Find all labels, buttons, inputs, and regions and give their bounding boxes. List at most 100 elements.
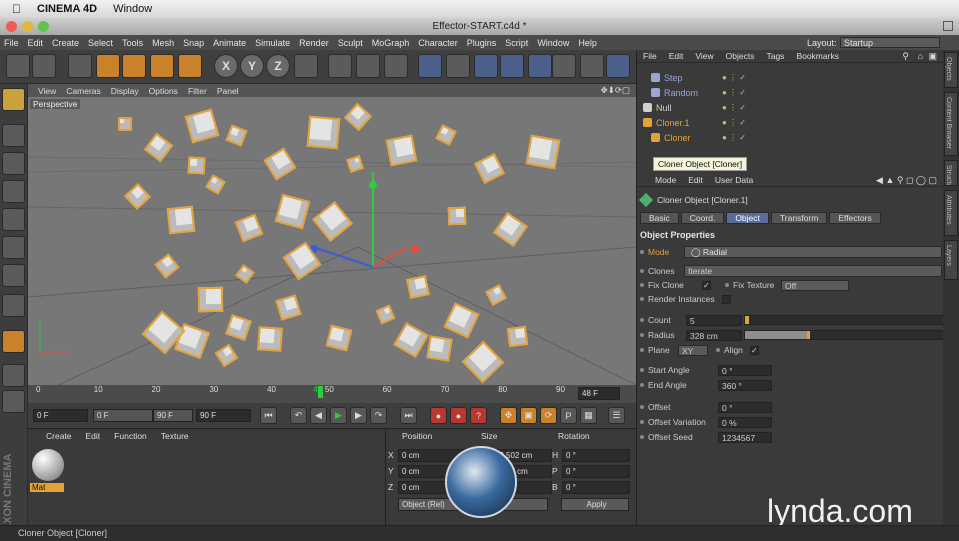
axis-mode-icon[interactable]: [2, 294, 25, 317]
render-settings-icon[interactable]: [384, 54, 408, 78]
render-instances-checkbox[interactable]: [722, 294, 731, 304]
subdivision-icon[interactable]: [474, 54, 498, 78]
object-row[interactable]: Random ● ⋮ ✓: [637, 85, 937, 100]
om-home-icon[interactable]: ⌂: [918, 51, 923, 61]
coord-rotation-field[interactable]: 0 °: [562, 481, 630, 494]
menu-edit[interactable]: Edit: [28, 38, 44, 48]
visibility-toggle-icon[interactable]: ● ⋮ ✓: [722, 73, 746, 82]
viewport-menu-options[interactable]: Options: [149, 86, 178, 96]
offset-variation-field[interactable]: 0 %: [718, 416, 772, 428]
lock-workplane-icon[interactable]: [2, 364, 25, 387]
deformer-icon[interactable]: [528, 54, 552, 78]
am-menu-mode[interactable]: Mode: [655, 175, 676, 185]
camera-icon[interactable]: [580, 54, 604, 78]
move-icon[interactable]: [96, 54, 120, 78]
object-name[interactable]: Step: [664, 73, 712, 83]
viewport-nav-icons[interactable]: ✥⬇⟳▢: [601, 85, 630, 96]
polygons-mode-icon[interactable]: [2, 264, 25, 287]
texture-mode-icon[interactable]: [2, 152, 25, 175]
om-menu-file[interactable]: File: [643, 51, 657, 61]
fix-texture-select[interactable]: Off: [781, 279, 849, 291]
play-icon[interactable]: ▶: [330, 407, 347, 424]
pen-spline-icon[interactable]: [446, 54, 470, 78]
position-key-icon[interactable]: ✥: [500, 407, 517, 424]
range-start-field[interactable]: 0 F: [93, 409, 153, 422]
pla-key-icon[interactable]: ▦: [580, 407, 597, 424]
radius-field[interactable]: 328 cm: [686, 329, 742, 341]
tab-effectors[interactable]: Effectors: [829, 212, 881, 224]
record-keys-icon[interactable]: ●: [430, 407, 447, 424]
am-menu-edit[interactable]: Edit: [688, 175, 703, 185]
tab-coord[interactable]: Coord.: [680, 212, 725, 224]
align-checkbox[interactable]: ✓: [750, 345, 759, 355]
coordinate-system-icon[interactable]: [294, 54, 318, 78]
menu-sculpt[interactable]: Sculpt: [338, 38, 363, 48]
om-new-icon[interactable]: ▣: [928, 51, 937, 62]
goto-start-icon[interactable]: ⏮: [260, 407, 277, 424]
visibility-toggle-icon[interactable]: ● ⋮ ✓: [722, 118, 746, 127]
visibility-toggle-icon[interactable]: ● ⋮ ✓: [722, 103, 746, 112]
offset-field[interactable]: 0 °: [718, 401, 772, 413]
tab-object[interactable]: Object: [726, 212, 769, 224]
side-tab-content-browser[interactable]: Content Browser: [944, 92, 958, 156]
model-mode-icon[interactable]: [2, 124, 25, 147]
next-key-icon[interactable]: ↷: [370, 407, 387, 424]
app-menu[interactable]: CINEMA 4D: [37, 3, 97, 15]
menu-window[interactable]: Window: [537, 38, 569, 48]
offset-seed-field[interactable]: 1234567: [718, 431, 772, 443]
magnet-icon[interactable]: [2, 330, 25, 353]
menu-select[interactable]: Select: [88, 38, 113, 48]
side-tab-objects[interactable]: Objects: [944, 52, 958, 88]
plane-select[interactable]: XY: [678, 344, 708, 356]
viewport-menu-cameras[interactable]: Cameras: [66, 86, 100, 96]
menu-file[interactable]: File: [4, 38, 19, 48]
om-menu-bookmarks[interactable]: Bookmarks: [796, 51, 839, 61]
material-menu-texture[interactable]: Texture: [161, 431, 189, 441]
menu-plugins[interactable]: Plugins: [467, 38, 497, 48]
goto-end-icon[interactable]: ⏭: [400, 407, 417, 424]
current-frame-field[interactable]: 48 F: [578, 387, 620, 400]
render-view-icon[interactable]: [328, 54, 352, 78]
playhead-marker[interactable]: [318, 386, 323, 398]
clones-select[interactable]: Iterate: [684, 265, 942, 277]
fix-clone-checkbox[interactable]: ✓: [702, 280, 711, 290]
object-name[interactable]: Cloner: [664, 133, 712, 143]
menu-simulate[interactable]: Simulate: [255, 38, 290, 48]
parameter-key-icon[interactable]: P: [560, 407, 577, 424]
menu-mesh[interactable]: Mesh: [152, 38, 174, 48]
light-icon[interactable]: [606, 54, 630, 78]
object-name[interactable]: Cloner.1: [656, 118, 704, 128]
viewport-menu-display[interactable]: Display: [111, 86, 139, 96]
object-name[interactable]: Null: [656, 103, 704, 113]
coord-rotation-field[interactable]: 0 °: [562, 449, 630, 462]
om-search-icon[interactable]: ⚲: [902, 51, 909, 62]
next-frame-icon[interactable]: ▶: [350, 407, 367, 424]
prev-key-icon[interactable]: ↶: [290, 407, 307, 424]
points-mode-icon[interactable]: [2, 208, 25, 231]
coord-rotation-field[interactable]: 0 °: [562, 465, 630, 478]
side-tab-structure[interactable]: Structure: [944, 160, 958, 186]
make-editable-icon[interactable]: [2, 88, 25, 111]
window-menu[interactable]: Window: [113, 3, 152, 15]
material-menu-edit[interactable]: Edit: [86, 431, 101, 441]
tab-basic[interactable]: Basic: [640, 212, 679, 224]
range-end-field[interactable]: 90 F: [153, 409, 193, 422]
y-axis-icon[interactable]: Y: [240, 54, 264, 78]
visibility-toggle-icon[interactable]: ● ⋮ ✓: [722, 133, 746, 142]
om-menu-tags[interactable]: Tags: [766, 51, 784, 61]
tab-transform[interactable]: Transform: [770, 212, 828, 224]
menu-help[interactable]: Help: [578, 38, 597, 48]
object-name[interactable]: Random: [664, 88, 712, 98]
start-angle-field[interactable]: 0 °: [718, 364, 772, 376]
visibility-toggle-icon[interactable]: ● ⋮ ✓: [722, 88, 746, 97]
material-menu-create[interactable]: Create: [46, 431, 72, 441]
workplane-icon[interactable]: [2, 180, 25, 203]
om-menu-objects[interactable]: Objects: [726, 51, 755, 61]
side-tab-layers[interactable]: Layers: [944, 240, 958, 280]
zoom-window-button[interactable]: [38, 21, 49, 32]
apple-icon[interactable]: : [12, 2, 21, 16]
menu-script[interactable]: Script: [505, 38, 528, 48]
side-tab-attributes[interactable]: Attributes: [944, 190, 958, 236]
menu-character[interactable]: Character: [418, 38, 458, 48]
start-frame-field[interactable]: 0 F: [33, 409, 88, 422]
